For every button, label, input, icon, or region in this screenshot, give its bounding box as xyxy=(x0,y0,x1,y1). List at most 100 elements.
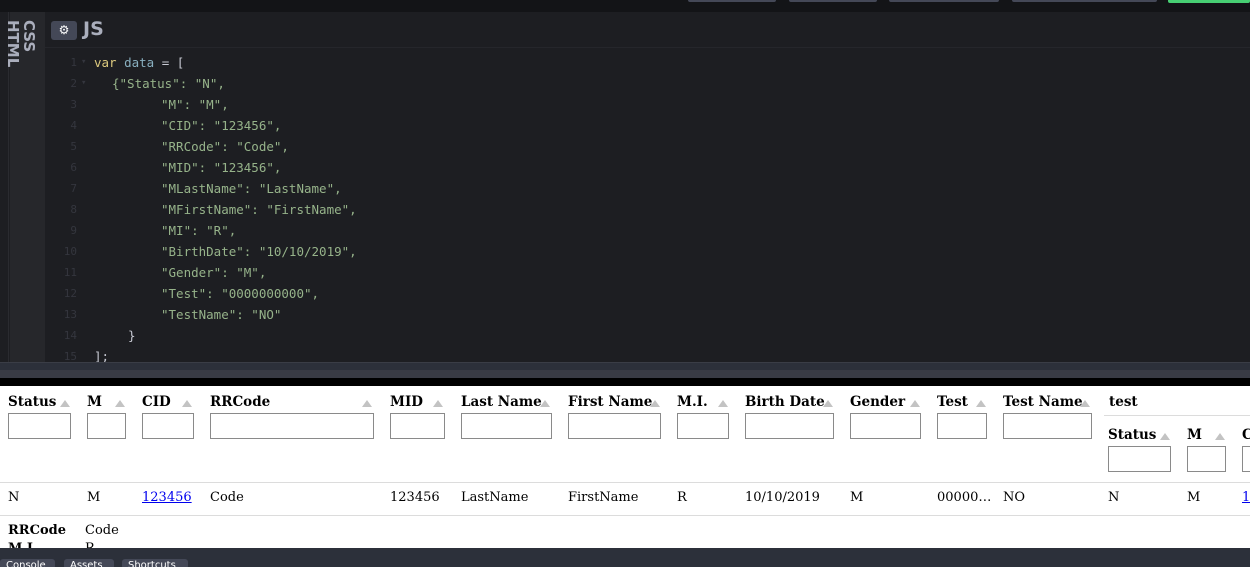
code-line: 7 "MLastName": "LastName", xyxy=(45,178,1250,199)
filter-input-cid[interactable] xyxy=(142,413,194,439)
sort-arrow-icon[interactable] xyxy=(650,400,660,407)
code-text: "BirthDate": "10/10/2019", xyxy=(161,244,357,259)
sort-arrow-icon[interactable] xyxy=(1080,400,1090,407)
code-line: 10 "BirthDate": "10/10/2019", xyxy=(45,241,1250,262)
column-header-test-group: test xyxy=(1109,394,1138,410)
code-text: "RRCode": "Code", xyxy=(161,139,289,154)
nested-header-c[interactable]: C xyxy=(1242,427,1250,443)
shortcuts-button[interactable]: Shortcuts xyxy=(122,559,188,567)
editor-header: ⚙ JS xyxy=(45,12,1250,48)
toolbar-button[interactable] xyxy=(789,0,877,2)
sort-arrow-icon[interactable] xyxy=(115,400,125,407)
sort-arrow-icon[interactable] xyxy=(910,400,920,407)
code-area[interactable]: 1 ▾ var data = [ 2 ▾ {"Status": "N", 3 "… xyxy=(45,52,1250,362)
line-number: 14 xyxy=(63,329,77,342)
console-button[interactable]: Console xyxy=(0,559,55,567)
column-header-test-name[interactable]: Test Name xyxy=(1003,394,1083,410)
sort-arrow-icon[interactable] xyxy=(1215,433,1225,440)
column-header-test[interactable]: Test xyxy=(937,394,968,410)
collapsed-editor-tabs: CSS HTML xyxy=(4,12,45,362)
code-text: "MID": "123456", xyxy=(161,160,282,175)
code-line: 8 "MFirstName": "FirstName", xyxy=(45,199,1250,220)
code-text: = [ xyxy=(154,55,185,70)
column-header-mid[interactable]: MID xyxy=(390,394,423,410)
filter-input-rrcode[interactable] xyxy=(210,413,374,439)
run-button[interactable] xyxy=(1168,0,1250,3)
code-text: } xyxy=(128,328,136,343)
tab-html[interactable]: HTML xyxy=(4,20,22,67)
nested-filter-m[interactable] xyxy=(1187,446,1226,472)
filter-input-status[interactable] xyxy=(8,413,71,439)
sort-arrow-icon[interactable] xyxy=(540,400,550,407)
gear-icon: ⚙ xyxy=(58,23,70,37)
filter-input-test[interactable] xyxy=(937,413,987,439)
table-cell: 123456 xyxy=(390,490,440,505)
code-text: "M": "M", xyxy=(161,97,229,112)
filter-input-m[interactable] xyxy=(87,413,126,439)
detail-value: Code xyxy=(85,523,119,538)
filter-input-first-name[interactable] xyxy=(568,413,661,439)
column-header-status[interactable]: Status xyxy=(8,394,56,410)
sort-arrow-icon[interactable] xyxy=(60,400,70,407)
editor-settings-button[interactable]: ⚙ xyxy=(51,21,77,40)
column-header-last-name[interactable]: Last Name xyxy=(461,394,542,410)
code-text: "Test": "0000000000", xyxy=(161,286,320,301)
table-cell: LastName xyxy=(461,490,529,505)
code-line: 5 "RRCode": "Code", xyxy=(45,136,1250,157)
code-line: 12 "Test": "0000000000", xyxy=(45,283,1250,304)
nested-filter-status[interactable] xyxy=(1108,446,1171,472)
toolbar-button[interactable] xyxy=(688,0,776,2)
result-preview: Status M CID RRCode MID Last Name First … xyxy=(0,386,1250,548)
column-header-mi[interactable]: M.I. xyxy=(677,394,708,410)
nested-cid-link[interactable]: 1 xyxy=(1242,490,1250,505)
code-line: 2 ▾ {"Status": "N", xyxy=(45,73,1250,94)
column-header-gender[interactable]: Gender xyxy=(850,394,905,410)
fold-arrow-icon[interactable]: ▾ xyxy=(81,73,86,94)
line-number: 8 xyxy=(70,203,77,216)
assets-button[interactable]: Assets xyxy=(64,559,114,567)
sort-arrow-icon[interactable] xyxy=(433,400,443,407)
sort-arrow-icon[interactable] xyxy=(1160,433,1170,440)
header-divider xyxy=(0,482,1250,483)
line-number: 5 xyxy=(70,140,77,153)
line-number: 6 xyxy=(70,161,77,174)
fold-arrow-icon[interactable]: ▾ xyxy=(81,52,86,73)
cid-link[interactable]: 123456 xyxy=(142,490,192,505)
filter-input-test-name[interactable] xyxy=(1003,413,1092,439)
detail-key: M.I. xyxy=(8,541,38,548)
code-line: 3 "M": "M", xyxy=(45,94,1250,115)
table-cell: NO xyxy=(1003,490,1026,505)
filter-input-mid[interactable] xyxy=(390,413,445,439)
column-header-first-name[interactable]: First Name xyxy=(568,394,652,410)
code-text: "MLastName": "LastName", xyxy=(161,181,342,196)
editor-divider xyxy=(0,370,1250,378)
column-header-birth-date[interactable]: Birth Date xyxy=(745,394,825,410)
code-text: "CID": "123456", xyxy=(161,118,282,133)
table-cell: R xyxy=(677,490,687,505)
editor-language-label: JS xyxy=(83,18,104,40)
nested-filter-c[interactable] xyxy=(1242,446,1250,472)
nested-header-m[interactable]: M xyxy=(1187,427,1202,443)
filter-input-gender[interactable] xyxy=(850,413,921,439)
filter-input-birth-date[interactable] xyxy=(745,413,834,439)
sort-arrow-icon[interactable] xyxy=(976,400,986,407)
filter-input-mi[interactable] xyxy=(677,413,729,439)
nested-header-status[interactable]: Status xyxy=(1108,427,1156,443)
sort-arrow-icon[interactable] xyxy=(718,400,728,407)
sort-arrow-icon[interactable] xyxy=(823,400,833,407)
column-header-cid[interactable]: CID xyxy=(142,394,171,410)
toolbar-button[interactable] xyxy=(1012,0,1157,2)
sort-arrow-icon[interactable] xyxy=(362,400,372,407)
column-header-rrcode[interactable]: RRCode xyxy=(210,394,270,410)
code-identifier: data xyxy=(124,55,155,70)
table-cell: 00000… xyxy=(937,490,992,505)
line-number: 1 xyxy=(70,56,77,69)
top-toolbar xyxy=(0,0,1250,12)
code-line: 9 "MI": "R", xyxy=(45,220,1250,241)
sort-arrow-icon[interactable] xyxy=(182,400,192,407)
table-cell: 10/10/2019 xyxy=(745,490,820,505)
filter-input-last-name[interactable] xyxy=(461,413,552,439)
column-header-m[interactable]: M xyxy=(87,394,102,410)
toolbar-button[interactable] xyxy=(889,0,999,2)
tab-css[interactable]: CSS xyxy=(20,20,38,52)
